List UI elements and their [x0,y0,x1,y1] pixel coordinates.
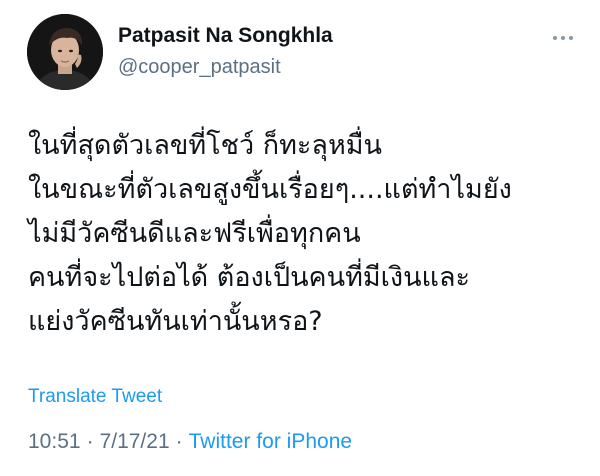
tweet-text-line: ไม่มีวัคซีนดีและฟรีเพื่อทุกคน [28,218,361,249]
tweet-date[interactable]: 7/17/21 [100,430,170,453]
tweet-source-link[interactable]: Twitter for iPhone [189,430,352,453]
separator: · [175,430,183,453]
tweet-metadata: 10:51 · 7/17/21 · Twitter for iPhone [28,430,352,454]
tweet-text-line: ในที่สุดตัวเลขที่โชว์ ก็ทะลุหมื่น [28,130,382,161]
tweet-text-line: คนที่จะไปต่อได้ ต้องเป็นคนที่มีเงินและ [28,262,470,293]
display-name[interactable]: Patpasit Na Songkhla [118,24,333,48]
tweet-card: Patpasit Na Songkhla @cooper_patpasit ใน… [0,0,600,476]
more-options-button[interactable] [548,26,578,50]
user-handle[interactable]: @cooper_patpasit [118,56,281,79]
more-horizontal-icon [569,36,573,40]
tweet-text-line: แย่งวัคซีนทันเท่านั้นหรอ? [28,306,323,337]
profile-photo-icon [27,14,103,90]
translate-tweet-link[interactable]: Translate Tweet [28,386,162,408]
more-horizontal-icon [553,36,557,40]
more-horizontal-icon [561,36,565,40]
tweet-text-line: ในขณะที่ตัวเลขสูงขึ้นเรื่อยๆ....แต่ทำไมย… [28,174,512,205]
avatar[interactable] [27,14,103,90]
tweet-text: ในที่สุดตัวเลขที่โชว์ ก็ทะลุหมื่น ในขณะท… [28,124,588,344]
tweet-time[interactable]: 10:51 [28,430,81,453]
separator: · [86,430,94,453]
